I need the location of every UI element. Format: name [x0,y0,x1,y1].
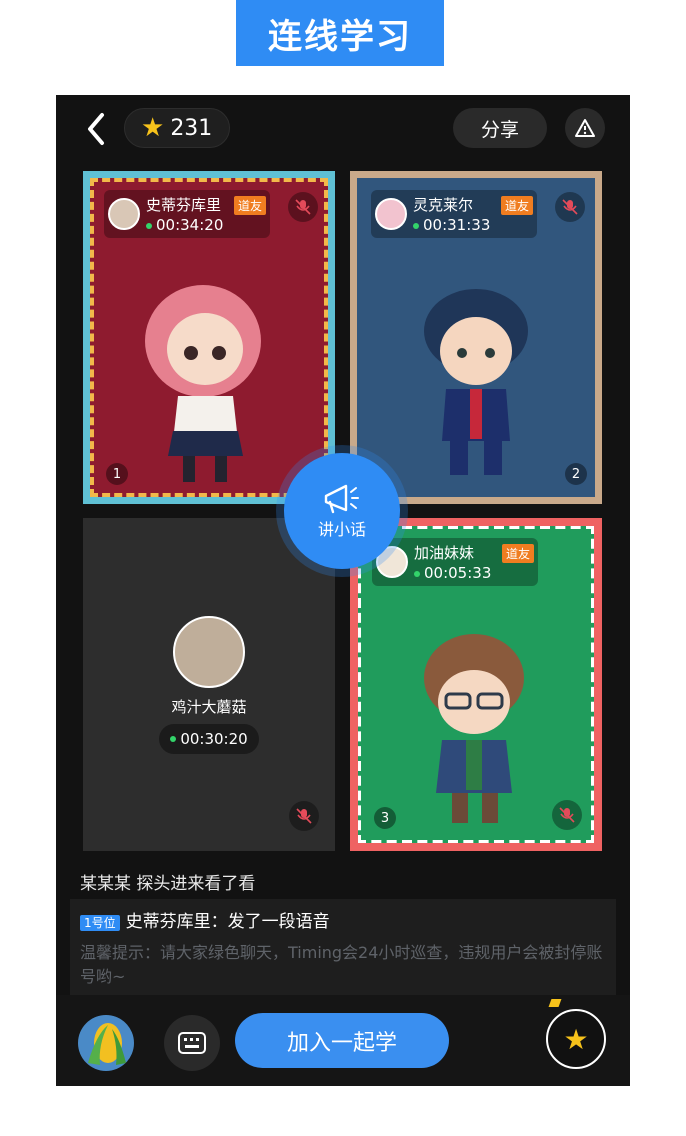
warning-icon [575,119,595,137]
seat-number: 2 [565,463,587,485]
seat-user-name: 鸡汁大蘑菇 [171,698,247,716]
avatar-character-pink-hair [145,285,261,482]
banner-title: 连线学习 [268,16,412,57]
mic-muted-button[interactable] [552,800,582,830]
share-button[interactable]: 分享 [453,108,547,148]
avatar-character-blue-hair [424,289,528,475]
chat-panel: 1号位 史蒂芬库里：发了一段语音 温馨提示：请大家绿色聊天，Timing会24小时… [70,899,616,995]
bottom-bar: 加入一起学 ★ [56,995,630,1086]
seat-2[interactable]: 灵克莱尔 道友 00:31:33 2 [350,171,602,504]
sparkle-icon [548,999,562,1007]
keyboard-button[interactable] [164,1015,220,1071]
star-count: 231 [170,115,213,141]
star-icon: ★ [141,113,165,143]
mic-muted-icon [559,807,575,823]
chat-message: 1号位 史蒂芬库里：发了一段语音 [80,907,330,932]
seat-number: 1 [106,463,128,485]
megaphone-icon [324,484,359,514]
mic-muted-button[interactable] [289,801,319,831]
chat-sender: 史蒂芬库里： [125,912,228,932]
star-gift-button[interactable]: ★ [546,1009,606,1069]
mic-muted-icon [296,808,312,824]
system-tip: 温馨提示：请大家绿色聊天，Timing会24小时巡查，违规用户会被封停账号哟~ [80,943,603,986]
study-room-screen: ★ 231 分享 史蒂芬库里 道友 00:34:20 1 灵克莱尔 道友 00:… [56,95,630,1086]
my-avatar[interactable] [78,1015,134,1071]
star-count-pill[interactable]: ★ 231 [124,108,230,148]
seat-4[interactable]: 加油妹妹 道友 00:05:33 3 [350,518,602,851]
seat-timer: 00:30:20 [159,724,259,754]
seat-3[interactable]: 鸡汁大蘑菇 00:30:20 [83,518,335,851]
join-study-button[interactable]: 加入一起学 [235,1013,449,1068]
seat-number: 3 [374,807,396,829]
seat-1[interactable]: 史蒂芬库里 道友 00:34:20 1 [83,171,335,504]
activity-notice: 某某某 探头进来看了看 [80,874,256,894]
corn-avatar-icon [88,1023,126,1065]
keyboard-icon [178,1032,206,1054]
back-button[interactable] [82,111,112,147]
chat-text: 发了一段语音 [227,912,330,932]
seat-time: 00:30:20 [180,730,248,748]
avatar [173,616,245,688]
page-banner: 连线学习 [236,0,444,66]
seat-badge: 1号位 [80,915,120,931]
online-dot-icon [170,736,177,742]
report-button[interactable] [565,108,605,148]
speak-label: 讲小话 [317,520,366,539]
speak-button-inner: 讲小话 [284,453,400,569]
chevron-left-icon [88,113,104,145]
star-icon: ★ [563,1022,589,1056]
top-bar: ★ 231 分享 [56,95,630,165]
speak-button[interactable]: 讲小话 [276,445,408,577]
